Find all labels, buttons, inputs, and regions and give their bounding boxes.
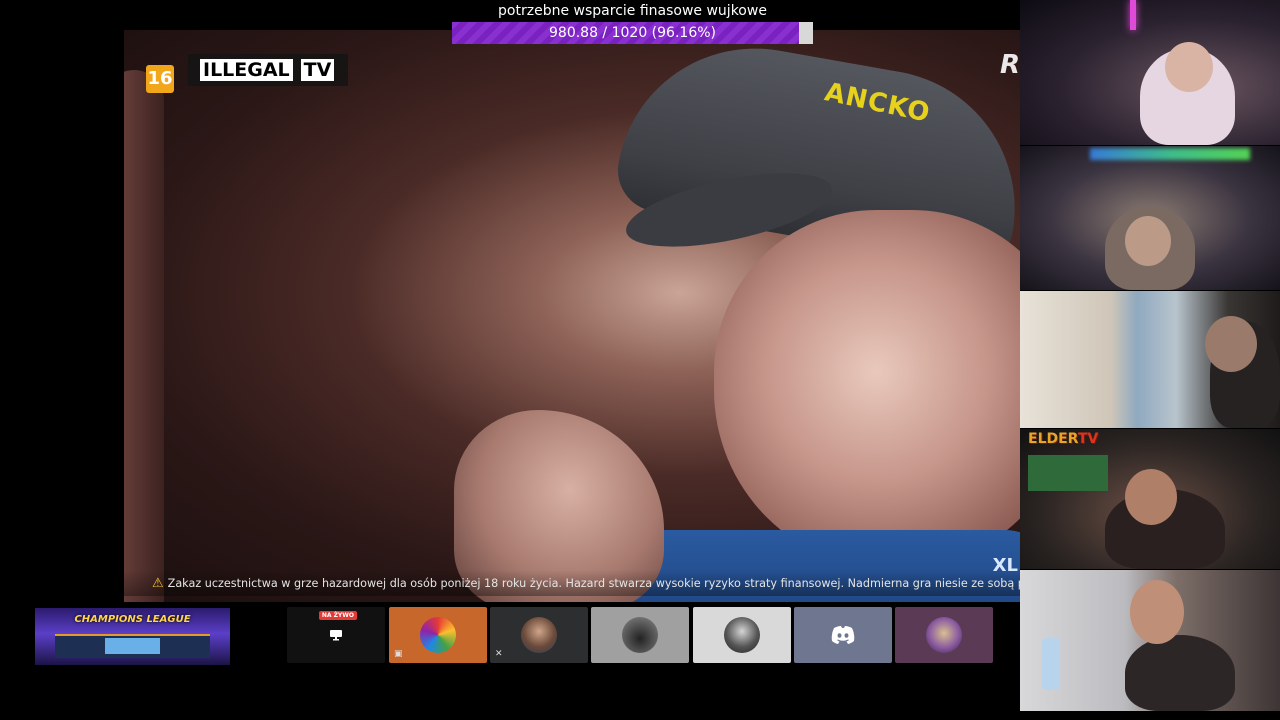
participant-tile-5[interactable]	[693, 607, 791, 663]
warning-triangle-icon: ⚠	[152, 575, 164, 591]
webcam-4: ELDERTV	[1020, 429, 1280, 569]
participant-tile-4[interactable]	[591, 607, 689, 663]
donation-goal-progress-text: 980.88 / 1020 (96.16%)	[549, 25, 716, 41]
participant-tile-discord[interactable]	[794, 607, 892, 663]
gambling-disclaimer: ⚠ Zakaz uczestnictwa w grze hazardowej d…	[124, 570, 1020, 596]
avatar-purple-face	[926, 617, 962, 653]
webcam-2	[1020, 146, 1280, 290]
avatar-sunglasses	[724, 617, 760, 653]
webcam-5	[1020, 570, 1280, 711]
banner-screen	[105, 638, 160, 654]
main-video: ANCKO 16 ILLEGAL TV R XL ⚠ Zakaz uczestn…	[124, 30, 1020, 602]
avatar-car	[622, 617, 658, 653]
video-left-figure	[124, 70, 164, 602]
mic-muted-icon: ✕	[495, 649, 503, 659]
discord-icon	[831, 626, 855, 644]
donation-goal-bar: 980.88 / 1020 (96.16%)	[452, 22, 813, 44]
webcam-3	[1020, 291, 1280, 428]
participant-tile-2[interactable]: ▣	[389, 607, 487, 663]
webcam-4-head	[1125, 469, 1177, 525]
webcam-2-head	[1125, 216, 1171, 266]
video-face	[714, 210, 1020, 570]
avatar-man-beard	[521, 617, 557, 653]
webcam-5-head	[1130, 580, 1184, 644]
webcam-5-person	[1125, 635, 1235, 711]
water-bottle	[1042, 638, 1060, 690]
elder-tv-logo-part2: TV	[1077, 431, 1099, 447]
elder-tv-logo-part1: ELDER	[1028, 431, 1078, 447]
led-strip	[1090, 148, 1250, 160]
age-rating-badge: 16	[146, 65, 174, 93]
webcam-3-head	[1205, 316, 1257, 372]
stream-icon: ▣	[394, 649, 403, 659]
avatar-rainbow	[420, 617, 456, 653]
webcam-1-head	[1165, 42, 1213, 92]
neon-light	[1130, 0, 1136, 30]
participant-tile-screenshare[interactable]: NA ŻYWO	[287, 607, 385, 663]
donation-goal-title: potrzebne wsparcie finasowe wujkowe	[498, 3, 767, 19]
participant-tile-7[interactable]	[895, 607, 993, 663]
channel-logo-word1: ILLEGAL	[200, 59, 293, 81]
webcam-1	[1020, 0, 1280, 145]
participant-tile-3[interactable]: ✕	[490, 607, 588, 663]
disclaimer-text: Zakaz uczestnictwa w grze hazardowej dla…	[167, 576, 1020, 590]
channel-logo: ILLEGAL TV	[188, 54, 348, 86]
aquarium	[1028, 455, 1108, 491]
elder-tv-logo: ELDERTV	[1028, 431, 1098, 447]
banner-title: CHAMPIONS LEAGUE	[74, 614, 191, 625]
screen-share-icon	[330, 630, 342, 641]
channel-logo-word2: TV	[300, 59, 335, 81]
broadcaster-logo: R	[999, 50, 1020, 80]
champions-league-banner: CHAMPIONS LEAGUE	[35, 608, 230, 665]
live-badge: NA ŻYWO	[318, 611, 357, 620]
